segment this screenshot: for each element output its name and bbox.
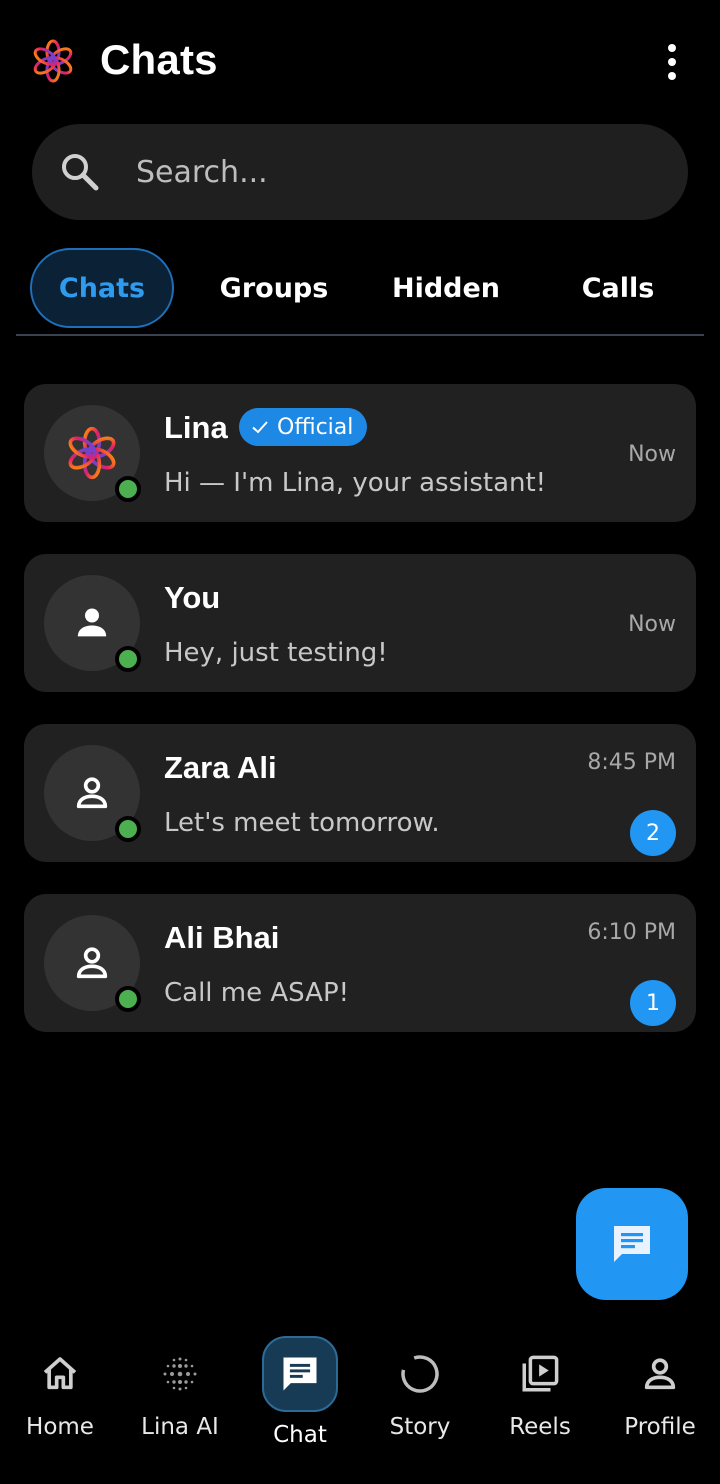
- chat-name: Ali Bhai: [164, 920, 280, 955]
- chat-preview: Hey, just testing!: [164, 638, 388, 668]
- bottom-navigation: Home Lina AI Chat Story Reels Profile: [0, 1330, 720, 1484]
- chat-tabs: Chats Groups Hidden Calls: [0, 248, 720, 328]
- person-outline-icon: [76, 777, 108, 809]
- lina-flower-logo-icon: [33, 39, 73, 83]
- tab-groups[interactable]: Groups: [200, 248, 348, 328]
- nav-item-story[interactable]: Story: [360, 1330, 480, 1484]
- unread-count-badge: 2: [630, 810, 676, 856]
- check-icon: [252, 421, 268, 434]
- chat-preview: Call me ASAP!: [164, 978, 350, 1008]
- unread-count-badge: 1: [630, 980, 676, 1026]
- official-badge-label: Official: [277, 414, 354, 440]
- profile-icon: [636, 1350, 684, 1398]
- chat-name: You: [164, 580, 221, 615]
- more-options-button[interactable]: [652, 40, 692, 84]
- reels-icon: [516, 1350, 564, 1398]
- nav-item-lina-ai[interactable]: Lina AI: [120, 1330, 240, 1484]
- nav-item-reels[interactable]: Reels: [480, 1330, 600, 1484]
- nav-label: Chat: [273, 1422, 327, 1448]
- chat-item-zara-ali[interactable]: Zara Ali Let's meet tomorrow. 8:45 PM 2: [24, 724, 696, 862]
- tab-calls[interactable]: Calls: [550, 248, 686, 328]
- nav-item-profile[interactable]: Profile: [600, 1330, 720, 1484]
- story-ring-icon: [396, 1350, 444, 1398]
- tabs-divider: [16, 334, 704, 336]
- new-chat-icon: [614, 1226, 650, 1262]
- person-filled-icon: [77, 608, 107, 637]
- chat-time: 6:10 PM: [587, 920, 676, 945]
- home-icon: [36, 1350, 84, 1398]
- chat-name: Lina: [164, 410, 228, 445]
- nav-label: Profile: [624, 1414, 696, 1440]
- chat-icon: [262, 1336, 338, 1412]
- chat-item-you[interactable]: You Hey, just testing! Now: [24, 554, 696, 692]
- lina-flower-logo-icon: [68, 426, 116, 480]
- online-indicator: [115, 646, 141, 672]
- ai-dots-icon: [156, 1350, 204, 1398]
- more-vertical-icon: [668, 44, 676, 52]
- search-icon: [62, 154, 99, 191]
- online-indicator: [115, 816, 141, 842]
- chat-preview: Hi — I'm Lina, your assistant!: [164, 468, 547, 498]
- official-badge: Official: [239, 408, 368, 446]
- new-chat-button[interactable]: [576, 1188, 688, 1300]
- chat-time: 8:45 PM: [587, 750, 676, 775]
- online-indicator: [115, 476, 141, 502]
- tab-hidden[interactable]: Hidden: [374, 248, 518, 328]
- chat-time: Now: [628, 442, 676, 467]
- chat-time: Now: [628, 612, 676, 637]
- tab-chats[interactable]: Chats: [30, 248, 174, 328]
- nav-label: Reels: [509, 1414, 571, 1440]
- person-outline-icon: [76, 947, 108, 979]
- nav-item-home[interactable]: Home: [0, 1330, 120, 1484]
- chat-preview: Let's meet tomorrow.: [164, 808, 440, 838]
- nav-label: Home: [26, 1414, 94, 1440]
- chat-item-ali-bhai[interactable]: Ali Bhai Call me ASAP! 6:10 PM 1: [24, 894, 696, 1032]
- nav-label: Lina AI: [141, 1414, 219, 1440]
- chat-item-lina[interactable]: Lina Official Hi — I'm Lina, your assist…: [24, 384, 696, 522]
- app-header: Chats: [0, 0, 720, 120]
- chat-name: Zara Ali: [164, 750, 277, 785]
- page-title: Chats: [100, 36, 218, 83]
- nav-item-chat[interactable]: Chat: [240, 1330, 360, 1484]
- search-input[interactable]: [136, 150, 656, 194]
- nav-label: Story: [389, 1414, 451, 1440]
- online-indicator: [115, 986, 141, 1012]
